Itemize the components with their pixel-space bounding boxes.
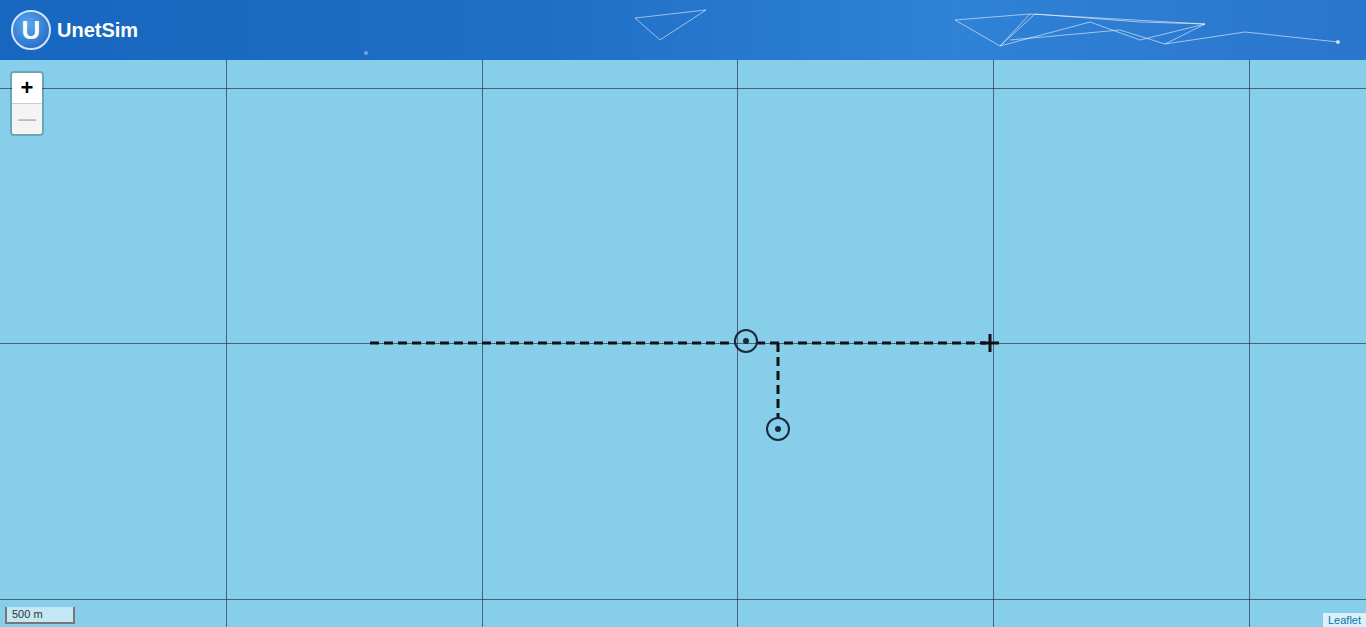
path-line [756,342,986,345]
path-line [370,342,736,345]
attribution[interactable]: Leaflet [1323,613,1366,627]
path-line [777,343,780,418]
grid-line [0,343,1366,344]
zoom-in-button[interactable]: + [12,73,42,103]
app: U UnetSim +— 500 m Leaflet [0,0,1366,627]
grid-line [0,88,1366,89]
node-marker-icon[interactable] [767,418,789,440]
node-marker-icon[interactable] [735,330,757,352]
zoom-control: +— [10,71,44,136]
logo-icon: U [11,10,51,50]
map[interactable]: +— 500 m Leaflet [0,60,1366,627]
header: U UnetSim [0,0,1366,60]
grid-line [0,599,1366,600]
target-cross-icon[interactable] [981,334,999,352]
network-decoration-icon [0,0,1366,60]
scale-bar: 500 m [5,607,75,624]
app-title: UnetSim [57,19,138,42]
map-canvas[interactable] [0,60,1366,627]
zoom-out-button[interactable]: — [12,103,42,134]
